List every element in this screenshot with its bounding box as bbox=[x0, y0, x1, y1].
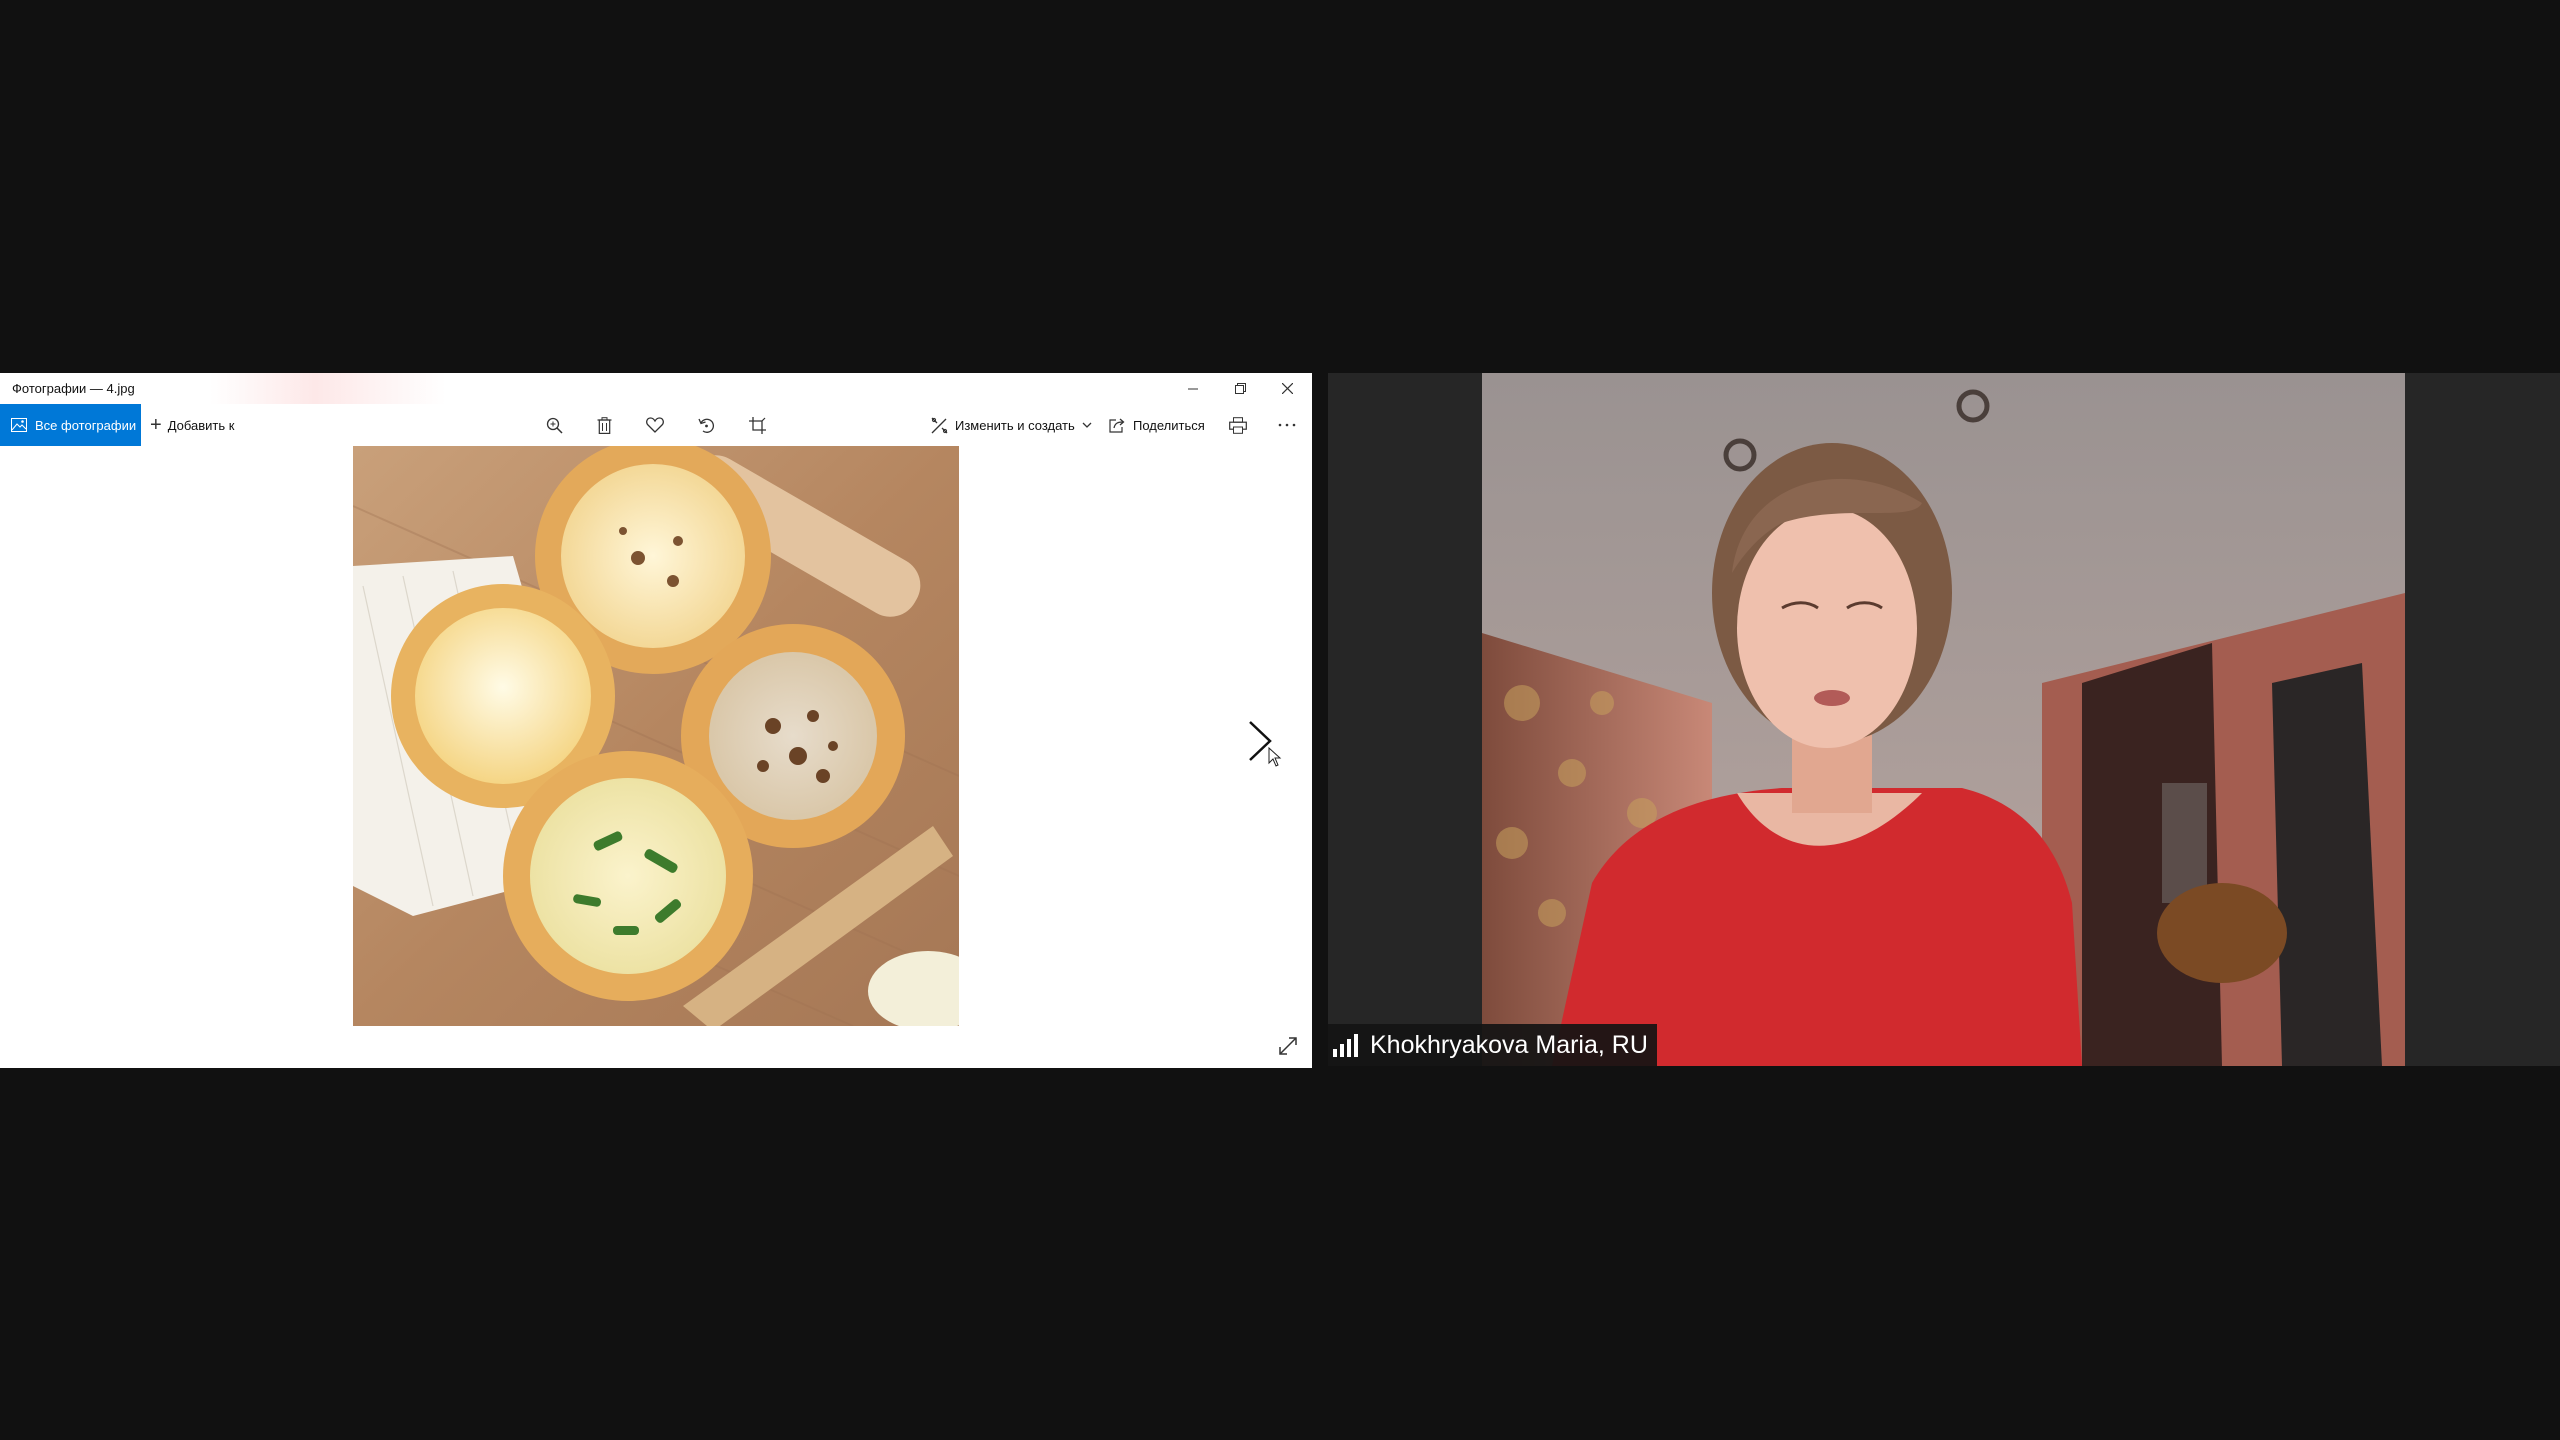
crop-icon bbox=[748, 416, 766, 434]
photo-viewer[interactable] bbox=[0, 446, 1312, 1068]
plus-icon: + bbox=[150, 414, 162, 436]
favorite-button[interactable] bbox=[635, 404, 675, 446]
crop-button[interactable] bbox=[737, 404, 777, 446]
photos-icon bbox=[11, 418, 27, 432]
restore-button[interactable] bbox=[1217, 373, 1263, 404]
expand-icon bbox=[1279, 1037, 1297, 1055]
minimize-button[interactable] bbox=[1170, 373, 1216, 404]
window-title: Фотографии — 4.jpg bbox=[12, 381, 135, 396]
photos-toolbar: Все фотографии + Добавить к Изменить и с… bbox=[0, 404, 1312, 446]
print-icon bbox=[1229, 416, 1247, 434]
edit-create-icon bbox=[931, 417, 948, 433]
rotate-icon bbox=[697, 418, 714, 433]
zoom-button[interactable] bbox=[534, 404, 574, 446]
shared-screen: Фотографии — 4.jpg Все фотографии + Доба… bbox=[0, 373, 1312, 1068]
close-button[interactable] bbox=[1264, 373, 1310, 404]
add-to-button[interactable]: + Добавить к bbox=[150, 404, 234, 446]
close-icon bbox=[1281, 383, 1293, 394]
restore-icon bbox=[1234, 383, 1246, 394]
add-to-label: Добавить к bbox=[167, 417, 235, 433]
more-icon bbox=[1278, 423, 1296, 427]
delete-icon bbox=[597, 416, 611, 434]
fullscreen-button[interactable] bbox=[1272, 1030, 1304, 1062]
all-photos-label: Все фотографии bbox=[35, 417, 137, 433]
share-icon bbox=[1109, 418, 1125, 433]
share-label: Поделиться bbox=[1133, 417, 1205, 433]
more-options-button[interactable] bbox=[1267, 404, 1307, 446]
participant-video-tile[interactable]: Khokhryakova Maria, RU bbox=[1328, 373, 2560, 1066]
delete-button[interactable] bbox=[584, 404, 624, 446]
participant-video-feed bbox=[1482, 373, 2405, 1066]
window-titlebar[interactable]: Фотографии — 4.jpg bbox=[0, 373, 1312, 404]
participant-name-tag: Khokhryakova Maria, RU bbox=[1328, 1024, 1657, 1066]
edit-create-label: Изменить и создать bbox=[955, 417, 1075, 433]
signal-strength-icon bbox=[1332, 1033, 1360, 1057]
minimize-icon bbox=[1188, 388, 1198, 389]
chevron-down-icon bbox=[1082, 422, 1092, 428]
rotate-button[interactable] bbox=[686, 404, 726, 446]
share-button[interactable]: Поделиться bbox=[1109, 404, 1205, 446]
participant-name: Khokhryakova Maria, RU bbox=[1370, 1030, 1648, 1059]
zoom-icon bbox=[546, 417, 563, 434]
food-photo bbox=[353, 446, 959, 1026]
favorite-icon bbox=[646, 417, 664, 433]
mouse-cursor-icon bbox=[1268, 746, 1282, 767]
edit-create-button[interactable]: Изменить и создать bbox=[931, 404, 1092, 446]
all-photos-button[interactable]: Все фотографии bbox=[0, 404, 141, 446]
print-button[interactable] bbox=[1218, 404, 1258, 446]
